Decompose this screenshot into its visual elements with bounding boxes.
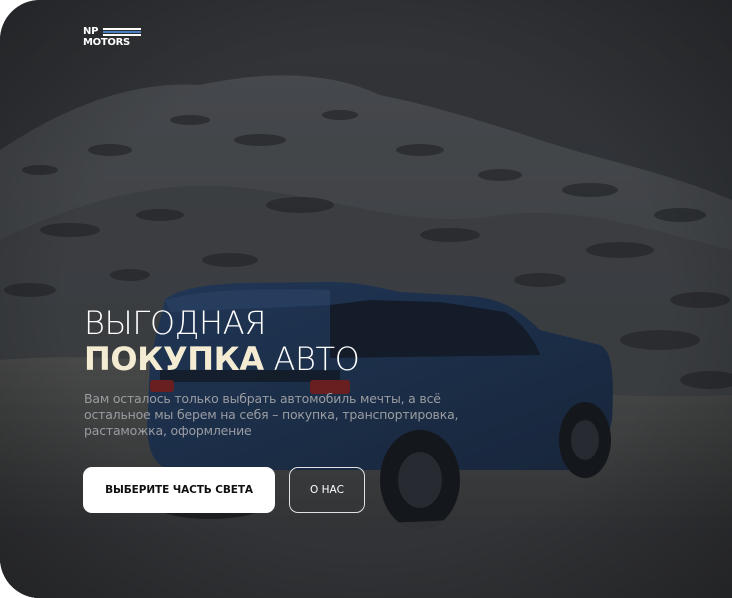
hero-section: NP MOTORS ВЫГОДНАЯ ПОКУПКА АВТО Вам оста… [0, 0, 732, 598]
logo-stripe [103, 28, 141, 30]
about-us-button[interactable]: О НАС [289, 467, 365, 513]
choose-region-button[interactable]: ВЫБЕРИТЕ ЧАСТЬ СВЕТА [83, 467, 275, 513]
logo-stripe [103, 31, 141, 33]
logo-text-np: NP [83, 26, 99, 37]
hero-title-rest: АВТО [263, 340, 360, 378]
logo[interactable]: NP MOTORS [83, 27, 143, 49]
hero-title-line1: ВЫГОДНАЯ [84, 304, 267, 342]
hero-title: ВЫГОДНАЯ ПОКУПКА АВТО [84, 304, 360, 378]
logo-text-motors: MOTORS [83, 37, 130, 48]
hero-title-accent: ПОКУПКА [84, 340, 264, 378]
logo-stripes-icon [103, 28, 141, 36]
logo-stripe [103, 34, 141, 36]
hero-subtitle: Вам осталось только выбрать автомобиль м… [84, 391, 459, 438]
